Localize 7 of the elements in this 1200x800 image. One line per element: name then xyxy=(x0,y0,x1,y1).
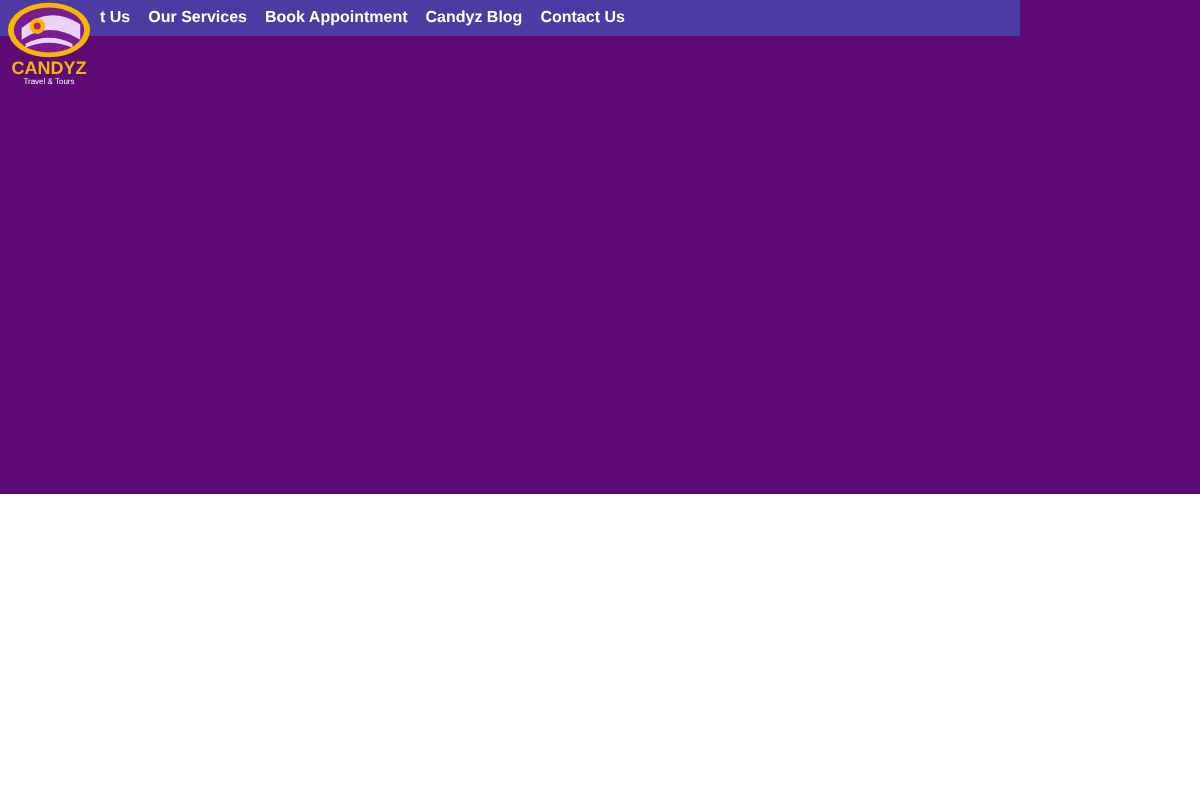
nav-link[interactable]: Book Appointment xyxy=(265,10,408,26)
logo-name: CANDYZ xyxy=(11,60,87,78)
nav-link[interactable]: t Us xyxy=(100,10,131,26)
globe-pin-icon xyxy=(6,0,92,60)
nav-link[interactable]: Candyz Blog xyxy=(425,10,523,26)
nav-link[interactable]: Contact Us xyxy=(540,10,625,26)
nav-link[interactable]: Our Services xyxy=(148,10,247,26)
